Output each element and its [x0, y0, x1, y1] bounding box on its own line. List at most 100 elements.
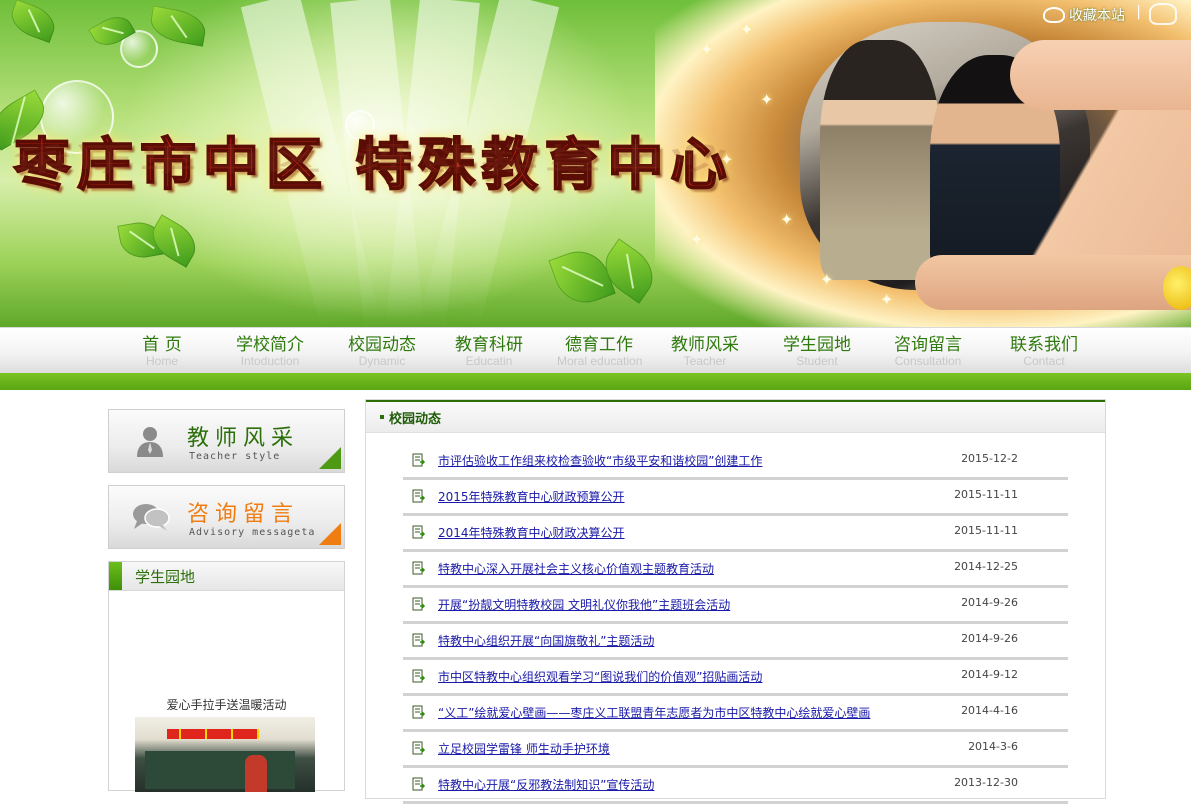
sparkle-decoration: ✦	[760, 90, 774, 109]
document-arrow-icon	[412, 741, 426, 755]
banner-hand	[1010, 40, 1191, 110]
campus-news-title[interactable]: 校园动态	[389, 408, 441, 427]
nav-item-label: 德育工作	[565, 335, 633, 355]
sparkle-decoration: ✦	[740, 20, 754, 39]
nav-item-home[interactable]: 首 页 Home	[140, 335, 184, 368]
header-separator: |	[1136, 4, 1141, 20]
news-link[interactable]: 2015年特殊教育中心财政预算公开	[438, 488, 625, 505]
nav-item-sublabel: Teacher	[683, 354, 727, 368]
nav-item-moral-education[interactable]: 德育工作 Moral education	[557, 335, 643, 368]
news-link[interactable]: 特教中心深入开展社会主义核心价值观主题教育活动	[438, 560, 714, 577]
news-item: “义工”绘就爱心壁画——枣庄义工联盟青年志愿者为市中区特教中心绘就爱心壁画 20…	[403, 696, 1068, 732]
nav-item-consultation[interactable]: 咨询留言 Consultation	[890, 335, 966, 368]
campus-news-panel: 校园动态 市评估验收工作组来校检查验收“市级平安和谐校园”创建工作 2015-1…	[365, 399, 1106, 804]
chat-bubble-icon	[133, 504, 170, 531]
nav-item-label: 学校简介	[236, 335, 304, 355]
news-date: 2014-9-26	[961, 632, 1018, 645]
student-corner-header: 学生园地	[109, 562, 344, 591]
student-corner-title[interactable]: 学生园地	[135, 566, 195, 587]
nav-item-dynamic[interactable]: 校园动态 Dynamic	[346, 335, 418, 368]
document-arrow-icon	[412, 633, 426, 647]
banner-hand	[915, 255, 1191, 310]
news-date: 2014-3-6	[968, 740, 1018, 753]
news-link[interactable]: 开展“扮靓文明特教校园 文明礼仪你我他”主题班会活动	[438, 596, 730, 613]
nav-item-label: 教育科研	[455, 335, 523, 355]
news-link[interactable]: 市评估验收工作组来校检查验收“市级平安和谐校园”创建工作	[438, 452, 762, 469]
news-date: 2015-11-11	[954, 524, 1018, 537]
campus-news-header: 校园动态	[366, 400, 1105, 433]
news-item: 特教中心组织开展“向国旗敬礼”主题活动 2014-9-26	[403, 624, 1068, 660]
news-link[interactable]: 特教中心组织开展“向国旗敬礼”主题活动	[438, 632, 654, 649]
news-link[interactable]: 市中区特教中心组织观看学习“图说我们的价值观”招贴画活动	[438, 668, 762, 685]
bullet-icon	[380, 415, 384, 419]
student-corner-panel: 学生园地 爱心手拉手送温暖活动	[108, 561, 345, 792]
teacher-style-button[interactable]: 教师风采 Teacher style	[108, 409, 345, 473]
nav-item-contact[interactable]: 联系我们 Contact	[1008, 335, 1080, 368]
corner-triangle	[319, 523, 341, 545]
news-date: 2015-11-11	[954, 488, 1018, 501]
nav-item-sublabel: Moral education	[557, 354, 643, 368]
favorite-icon	[1043, 7, 1065, 23]
news-link[interactable]: 立足校园学雷锋 师生动手护环境	[438, 740, 610, 757]
corner-triangle	[319, 447, 341, 469]
student-photo-caption[interactable]: 爱心手拉手送温暖活动	[109, 696, 344, 713]
teacher-icon	[137, 427, 163, 457]
nav-item-label: 联系我们	[1010, 335, 1078, 355]
document-arrow-icon	[412, 561, 426, 575]
news-date: 2014-9-26	[961, 596, 1018, 609]
news-item: 立足校园学雷锋 师生动手护环境 2014-3-6	[403, 732, 1068, 768]
document-arrow-icon	[412, 597, 426, 611]
lemon-decoration	[1163, 266, 1191, 310]
news-item: 市中区特教中心组织观看学习“图说我们的价值观”招贴画活动 2014-9-12	[403, 660, 1068, 696]
header-banner: ✦ ✦ ✦ ✦ ✦ ✦ ✦ ✦ 枣庄市中区 特殊教育中心 枣庄市中区 特殊教育中…	[0, 0, 1191, 327]
photo-blackboard	[145, 751, 295, 789]
sparkle-decoration: ✦	[690, 230, 704, 249]
nav-item-sublabel: Intoduction	[240, 354, 300, 368]
nav-accent-bar	[0, 373, 1191, 390]
news-link[interactable]: 2014年特殊教育中心财政决算公开	[438, 524, 625, 541]
news-item: 2014年特殊教育中心财政决算公开 2015-11-11	[403, 516, 1068, 552]
advisory-message-button[interactable]: 咨询留言 Advisory messageta	[108, 485, 345, 549]
sparkle-decoration: ✦	[780, 210, 794, 229]
nav-item-research[interactable]: 教育科研 Educatin	[453, 335, 525, 368]
nav-item-label: 首 页	[142, 335, 182, 355]
advisory-message-title: 咨询留言	[187, 502, 300, 527]
set-homepage-icon[interactable]	[1149, 3, 1177, 25]
site-title-reflection: 枣庄市中区 特殊教育中心	[14, 139, 734, 176]
add-favorite-link[interactable]: 收藏本站	[1043, 5, 1125, 25]
news-date: 2014-4-16	[961, 704, 1018, 717]
nav-item-label: 学生园地	[783, 335, 851, 355]
nav-item-label: 咨询留言	[894, 335, 962, 355]
nav-item-teacher[interactable]: 教师风采 Teacher	[669, 335, 741, 368]
teacher-style-title: 教师风采	[187, 426, 300, 451]
nav-item-introduction[interactable]: 学校简介 Intoduction	[234, 335, 306, 368]
document-arrow-icon	[412, 705, 426, 719]
news-date: 2014-9-12	[961, 668, 1018, 681]
nav-item-label: 校园动态	[348, 335, 416, 355]
news-item: 市评估验收工作组来校检查验收“市级平安和谐校园”创建工作 2015-12-2	[403, 444, 1068, 480]
nav-item-sublabel: Home	[145, 354, 178, 368]
document-arrow-icon	[412, 525, 426, 539]
nav-item-sublabel: Educatin	[465, 354, 513, 368]
document-arrow-icon	[412, 669, 426, 683]
news-link[interactable]: “义工”绘就爱心壁画——枣庄义工联盟青年志愿者为市中区特教中心绘就爱心壁画	[438, 704, 870, 721]
nav-item-sublabel: Contact	[1023, 354, 1065, 368]
student-activity-photo[interactable]	[135, 717, 315, 792]
add-favorite-label: 收藏本站	[1069, 8, 1125, 24]
leaf-decoration	[6, 0, 60, 43]
document-arrow-icon	[412, 489, 426, 503]
sparkle-decoration: ✦	[880, 290, 894, 309]
news-date: 2015-12-2	[961, 452, 1018, 465]
news-item: 2015年特殊教育中心财政预算公开 2015-11-11	[403, 480, 1068, 516]
advisory-message-subtitle: Advisory messageta	[189, 527, 316, 538]
nav-item-sublabel: Consultation	[894, 354, 962, 368]
nav-item-sublabel: Dynamic	[358, 354, 406, 368]
news-item: 特教中心深入开展社会主义核心价值观主题教育活动 2014-12-25	[403, 552, 1068, 588]
news-date: 2013-12-30	[954, 776, 1018, 789]
nav-item-label: 教师风采	[671, 335, 739, 355]
document-arrow-icon	[412, 453, 426, 467]
nav-item-student[interactable]: 学生园地 Student	[781, 335, 853, 368]
photo-flags	[167, 729, 259, 739]
news-item: 特教中心开展“反邪教法制知识”宣传活动 2013-12-30	[403, 768, 1068, 804]
sparkle-decoration: ✦	[700, 40, 714, 59]
